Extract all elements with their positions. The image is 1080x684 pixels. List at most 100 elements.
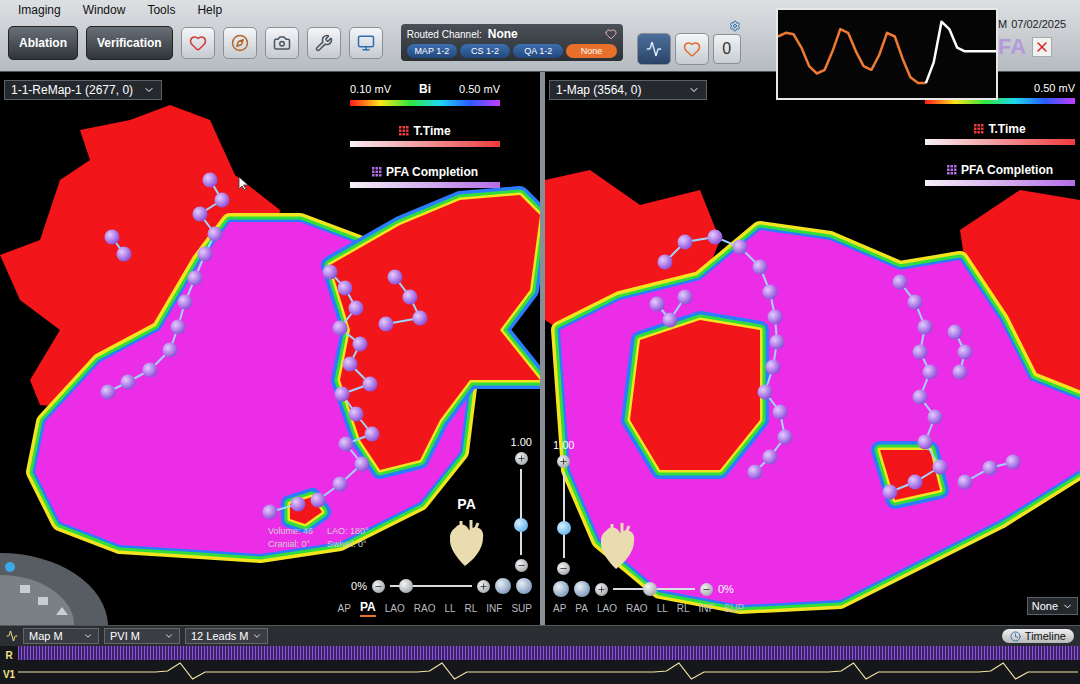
ablation-tag[interactable] bbox=[948, 325, 963, 340]
opacity-slider[interactable]: 0% bbox=[351, 578, 532, 594]
tool-button[interactable] bbox=[181, 27, 215, 59]
view-button[interactable]: SUP bbox=[511, 603, 532, 617]
ablation-tag[interactable] bbox=[663, 313, 678, 328]
tool-button[interactable] bbox=[223, 27, 257, 59]
ablation-tag[interactable] bbox=[678, 235, 693, 250]
view-button[interactable]: AP bbox=[338, 603, 351, 617]
mode-button[interactable]: Ablation bbox=[8, 26, 78, 60]
ablation-tag[interactable] bbox=[763, 450, 778, 465]
ablation-tag[interactable] bbox=[379, 317, 394, 332]
signal-dropdown[interactable]: PVI M bbox=[104, 628, 180, 644]
map-option-selector[interactable]: None bbox=[1027, 597, 1078, 615]
ablation-tag[interactable] bbox=[913, 345, 928, 360]
ablation-tag[interactable] bbox=[349, 407, 364, 422]
ablation-tag[interactable] bbox=[101, 385, 116, 400]
navigation-widget-icon[interactable] bbox=[0, 545, 110, 625]
reset-view-button[interactable] bbox=[574, 581, 590, 597]
rotate-view-button[interactable] bbox=[553, 581, 569, 597]
ablation-tag[interactable] bbox=[291, 497, 306, 512]
ablation-tag[interactable] bbox=[403, 290, 418, 305]
ablation-tag[interactable] bbox=[770, 335, 785, 350]
ablation-tag[interactable] bbox=[953, 365, 968, 380]
view-button[interactable]: LAO bbox=[597, 603, 617, 617]
ablation-tag[interactable] bbox=[733, 240, 748, 255]
zoom-out-button[interactable] bbox=[557, 562, 570, 575]
tool-button[interactable] bbox=[265, 27, 299, 59]
ablation-tag[interactable] bbox=[178, 295, 193, 310]
ablation-tag[interactable] bbox=[678, 290, 693, 305]
gear-icon[interactable] bbox=[729, 20, 741, 32]
ablation-tag[interactable] bbox=[983, 461, 998, 476]
ablation-tag[interactable] bbox=[121, 375, 136, 390]
ablation-tag[interactable] bbox=[933, 460, 948, 475]
ablation-tag[interactable] bbox=[753, 260, 768, 275]
menu-item[interactable]: Help bbox=[197, 3, 222, 18]
map-selector[interactable]: 1-Map (3564, 0) bbox=[549, 80, 707, 100]
opacity-slider[interactable]: 0% bbox=[553, 581, 734, 597]
zoom-out-button[interactable] bbox=[515, 559, 528, 572]
ablation-tag[interactable] bbox=[339, 437, 354, 452]
view-button[interactable]: LL bbox=[657, 603, 668, 617]
view-button[interactable]: LAO bbox=[385, 603, 405, 617]
ablation-tag[interactable] bbox=[353, 337, 368, 352]
ablation-tag[interactable] bbox=[768, 310, 783, 325]
channel-button[interactable]: QA 1-2 bbox=[513, 44, 563, 58]
ablation-tag[interactable] bbox=[117, 247, 132, 262]
ablation-tag[interactable] bbox=[893, 275, 908, 290]
orientation-heart[interactable] bbox=[596, 521, 640, 575]
ablation-tag[interactable] bbox=[778, 430, 793, 445]
zoom-knob[interactable] bbox=[557, 521, 571, 535]
zoom-slider[interactable]: 1.00 bbox=[511, 436, 532, 572]
ablation-tag[interactable] bbox=[338, 281, 353, 296]
ablation-tag[interactable] bbox=[766, 360, 781, 375]
view-button[interactable]: RL bbox=[677, 603, 690, 617]
ablation-tag[interactable] bbox=[918, 435, 933, 450]
zoom-in-button[interactable] bbox=[515, 452, 528, 465]
ablation-tag[interactable] bbox=[748, 465, 763, 480]
ablation-tag[interactable] bbox=[388, 270, 403, 285]
close-button[interactable] bbox=[1032, 37, 1052, 57]
ablation-tag[interactable] bbox=[203, 173, 218, 188]
ablation-tag[interactable] bbox=[708, 230, 723, 245]
view-button[interactable]: RL bbox=[465, 603, 478, 617]
view-button[interactable]: SUP bbox=[724, 603, 745, 617]
opacity-up-button[interactable] bbox=[477, 580, 490, 593]
ablation-tag[interactable] bbox=[335, 387, 350, 402]
ablation-tag[interactable] bbox=[908, 295, 923, 310]
ablation-tag[interactable] bbox=[105, 230, 120, 245]
record-button[interactable] bbox=[637, 33, 671, 65]
menu-item[interactable]: Tools bbox=[147, 3, 175, 18]
ablation-tag[interactable] bbox=[365, 427, 380, 442]
ablation-tag[interactable] bbox=[658, 255, 673, 270]
ablation-tag[interactable] bbox=[758, 385, 773, 400]
ablation-tag[interactable] bbox=[413, 311, 428, 326]
view-button[interactable]: RAO bbox=[626, 603, 648, 617]
ablation-tag[interactable] bbox=[193, 207, 208, 222]
rotate-view-button[interactable] bbox=[516, 578, 532, 594]
view-button[interactable]: PA bbox=[575, 603, 588, 617]
ablation-tag[interactable] bbox=[355, 457, 370, 472]
ablation-tag[interactable] bbox=[215, 193, 230, 208]
ablation-tag[interactable] bbox=[143, 363, 158, 378]
zoom-slider[interactable]: 1.00 bbox=[553, 439, 574, 575]
ablation-tag[interactable] bbox=[198, 247, 213, 262]
opacity-up-button[interactable] bbox=[595, 583, 608, 596]
ablation-tag[interactable] bbox=[363, 377, 378, 392]
heart-button[interactable] bbox=[675, 33, 709, 65]
zoom-in-button[interactable] bbox=[557, 455, 570, 468]
ablation-tag[interactable] bbox=[1006, 455, 1021, 470]
ablation-tag[interactable] bbox=[923, 365, 938, 380]
ablation-tag[interactable] bbox=[908, 475, 923, 490]
ablation-tag[interactable] bbox=[913, 390, 928, 405]
ablation-tag[interactable] bbox=[171, 320, 186, 335]
ablation-tag[interactable] bbox=[311, 493, 326, 508]
tool-button[interactable] bbox=[307, 27, 341, 59]
ablation-tag[interactable] bbox=[763, 285, 778, 300]
ablation-tag[interactable] bbox=[323, 265, 338, 280]
tool-button[interactable] bbox=[349, 27, 383, 59]
timeline-button[interactable]: Timeline bbox=[1002, 629, 1074, 643]
ablation-tag[interactable] bbox=[349, 301, 364, 316]
signal-dropdown[interactable]: Map M bbox=[23, 628, 99, 644]
mode-button[interactable]: Verification bbox=[86, 26, 173, 60]
orientation-heart[interactable]: PA bbox=[445, 496, 489, 572]
